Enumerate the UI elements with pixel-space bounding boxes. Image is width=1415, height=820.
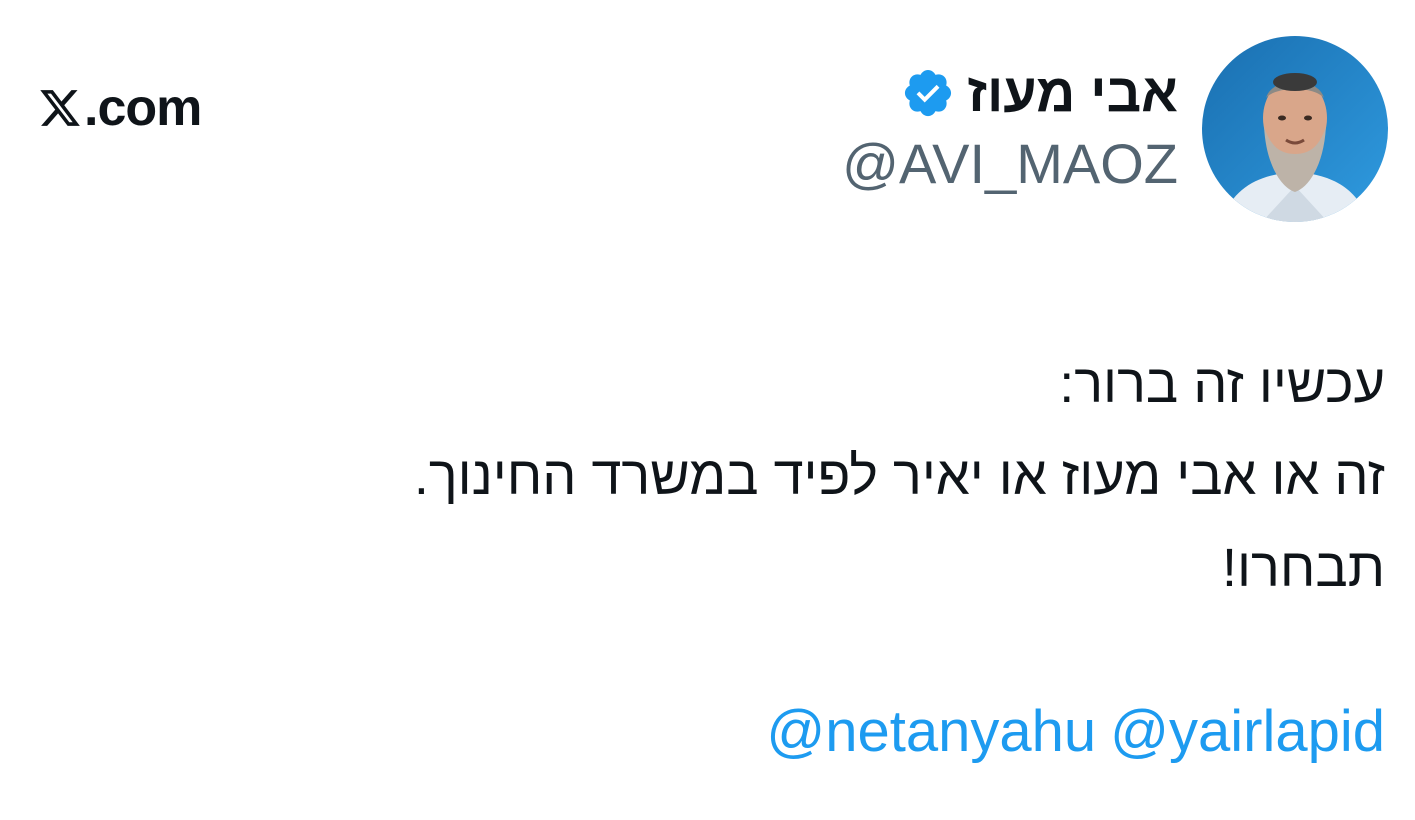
tweet-mentions: @netanyahu @yairlapid — [766, 697, 1385, 767]
tweet-line: עכשיו זה ברור: — [1059, 354, 1385, 414]
author-name-row[interactable]: אבי מעוז — [901, 60, 1178, 126]
tweet-line: זה או אבי מעוז או יאיר לפיד במשרד החינוך… — [413, 446, 1385, 506]
mention-link-yairlapid[interactable]: @yairlapid — [1110, 697, 1385, 767]
author-handle[interactable]: @AVI_MAOZ — [842, 136, 1178, 192]
tweet-text: עכשיו זה ברור: זה או אבי מעוז או יאיר לפ… — [185, 338, 1385, 614]
mention-link-netanyahu[interactable]: @netanyahu — [766, 697, 1096, 767]
avatar[interactable] — [1202, 36, 1388, 222]
tweet-line: תבחרו! — [1221, 538, 1385, 598]
brand-domain-text: .com — [84, 79, 202, 137]
profile-photo — [1202, 36, 1388, 222]
verified-badge-icon — [901, 66, 955, 120]
x-logo-icon — [40, 90, 80, 126]
x-brand[interactable]: .com — [38, 78, 202, 138]
author-display-name[interactable]: אבי מעוז — [967, 66, 1178, 120]
